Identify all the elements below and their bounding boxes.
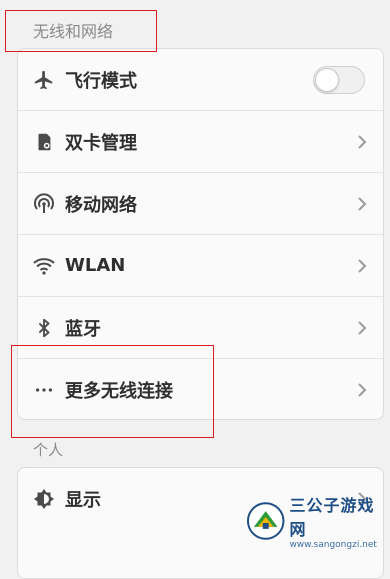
chevron-right-icon [358, 134, 367, 149]
chevron-right-icon [358, 320, 367, 335]
chevron-right-icon [358, 258, 367, 273]
bluetooth-icon [32, 316, 56, 340]
toggle-knob [315, 67, 339, 92]
display-label: 显示 [65, 489, 101, 511]
mobile-network-label: 移动网络 [65, 194, 137, 216]
section-title-wireless: 无线和网络 [33, 22, 114, 41]
more-wireless-label: 更多无线连接 [65, 380, 173, 402]
chevron-right-icon [358, 196, 367, 211]
mobile-signal-icon [32, 192, 56, 216]
watermark: 三公子游戏网 www.sangongzi.net [246, 495, 390, 550]
wireless-settings-card: 飞行模式 双卡管理 移动网络 WLAN 蓝牙 更多无线连接 [17, 48, 384, 420]
bluetooth-row[interactable]: 蓝牙 [18, 297, 383, 359]
airplane-icon [32, 68, 56, 92]
airplane-mode-toggle[interactable] [313, 65, 365, 94]
dual-sim-label: 双卡管理 [65, 132, 137, 154]
mobile-network-row[interactable]: 移动网络 [18, 173, 383, 235]
section-title-personal: 个人 [33, 441, 64, 459]
brightness-icon [32, 487, 56, 511]
airplane-mode-label: 飞行模式 [65, 70, 137, 92]
airplane-mode-row[interactable]: 飞行模式 [18, 49, 383, 111]
more-wireless-row[interactable]: 更多无线连接 [18, 359, 383, 419]
more-dots-icon [32, 378, 56, 402]
dual-sim-row[interactable]: 双卡管理 [18, 111, 383, 173]
chevron-right-icon [358, 382, 367, 397]
wlan-label: WLAN [65, 255, 126, 276]
watermark-name: 三公子游戏网 [289, 495, 375, 539]
wlan-row[interactable]: WLAN [18, 235, 383, 297]
watermark-logo-icon [246, 501, 285, 540]
sim-card-icon [32, 130, 56, 154]
bluetooth-label: 蓝牙 [65, 318, 101, 340]
wifi-icon [32, 254, 56, 278]
watermark-url: www.sangongzi.net [289, 539, 377, 550]
